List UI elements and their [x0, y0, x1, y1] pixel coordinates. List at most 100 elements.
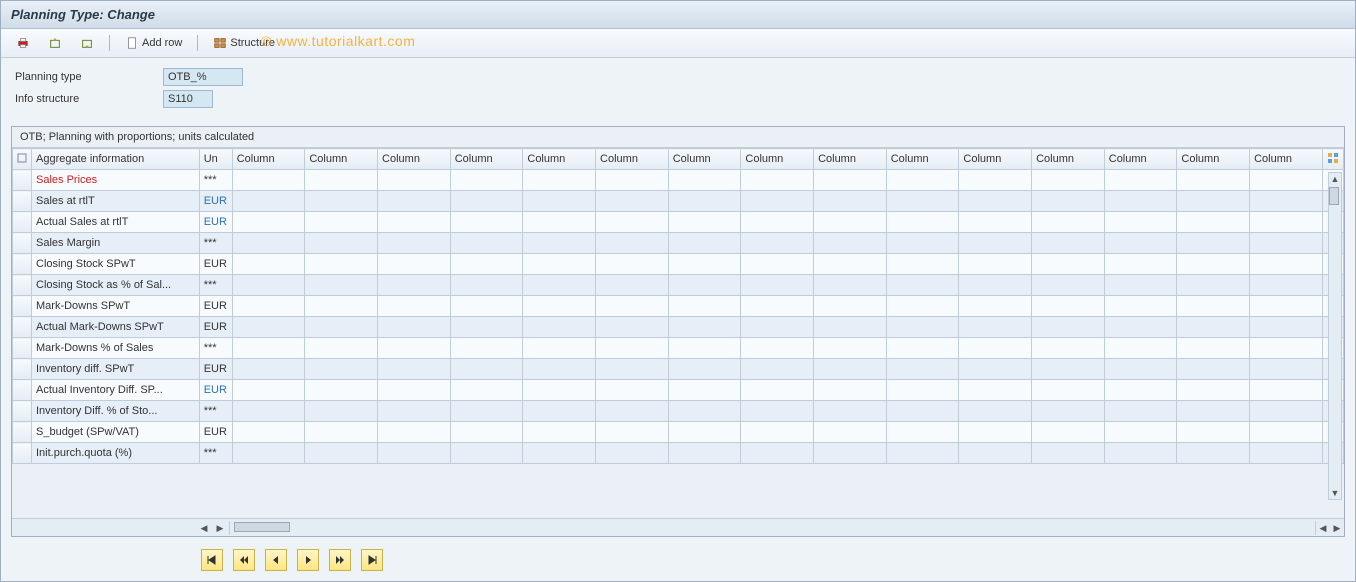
data-cell[interactable] [1104, 275, 1177, 296]
data-cell[interactable] [741, 380, 814, 401]
row-selector[interactable] [13, 233, 32, 254]
data-cell[interactable] [596, 443, 669, 464]
data-cell[interactable] [668, 212, 741, 233]
aggregate-cell[interactable]: Inventory Diff. % of Sto... [32, 401, 200, 422]
data-cell[interactable] [450, 422, 523, 443]
info-structure-field[interactable]: S110 [163, 90, 213, 108]
data-cell[interactable] [1104, 338, 1177, 359]
data-cell[interactable] [232, 275, 305, 296]
data-cell[interactable] [1104, 359, 1177, 380]
data-cell[interactable] [886, 212, 959, 233]
data-cell[interactable] [523, 401, 596, 422]
data-cell[interactable] [886, 380, 959, 401]
data-cell[interactable] [232, 443, 305, 464]
data-cell[interactable] [1177, 401, 1250, 422]
data-cell[interactable] [814, 359, 887, 380]
data-cell[interactable] [1177, 254, 1250, 275]
data-cell[interactable] [1250, 254, 1323, 275]
row-selector[interactable] [13, 380, 32, 401]
data-cell[interactable] [886, 254, 959, 275]
data-cell[interactable] [596, 212, 669, 233]
data-cell[interactable] [1032, 296, 1105, 317]
data-cell[interactable] [668, 233, 741, 254]
nav-first-button[interactable] [201, 549, 223, 571]
data-cell[interactable] [814, 443, 887, 464]
unit-cell[interactable]: EUR [199, 380, 232, 401]
data-cell[interactable] [305, 338, 378, 359]
data-cell[interactable] [378, 338, 451, 359]
data-cell[interactable] [523, 338, 596, 359]
data-cell[interactable] [886, 401, 959, 422]
column-header[interactable]: Column [1250, 149, 1323, 170]
data-cell[interactable] [1250, 170, 1323, 191]
data-cell[interactable] [741, 191, 814, 212]
data-cell[interactable] [1177, 443, 1250, 464]
aggregate-cell[interactable]: Actual Mark-Downs SPwT [32, 317, 200, 338]
data-cell[interactable] [596, 191, 669, 212]
data-cell[interactable] [305, 359, 378, 380]
data-cell[interactable] [523, 443, 596, 464]
hscroll-right-arrow-icon[interactable]: ▶ [213, 521, 227, 535]
data-cell[interactable] [305, 401, 378, 422]
column-header[interactable]: Column [886, 149, 959, 170]
data-cell[interactable] [959, 380, 1032, 401]
data-cell[interactable] [1104, 254, 1177, 275]
data-cell[interactable] [1177, 275, 1250, 296]
data-cell[interactable] [378, 422, 451, 443]
data-cell[interactable] [1250, 233, 1323, 254]
data-cell[interactable] [1177, 359, 1250, 380]
data-cell[interactable] [1104, 422, 1177, 443]
data-cell[interactable] [596, 296, 669, 317]
data-cell[interactable] [523, 254, 596, 275]
data-cell[interactable] [959, 254, 1032, 275]
data-cell[interactable] [1177, 338, 1250, 359]
data-cell[interactable] [1177, 422, 1250, 443]
row-selector[interactable] [13, 170, 32, 191]
data-cell[interactable] [959, 233, 1032, 254]
data-cell[interactable] [450, 380, 523, 401]
data-cell[interactable] [959, 401, 1032, 422]
data-cell[interactable] [305, 296, 378, 317]
aggregate-cell[interactable]: Init.purch.quota (%) [32, 443, 200, 464]
row-selector[interactable] [13, 443, 32, 464]
data-cell[interactable] [1250, 422, 1323, 443]
scroll-down-arrow-icon[interactable]: ▼ [1329, 487, 1341, 499]
data-cell[interactable] [741, 338, 814, 359]
data-cell[interactable] [1177, 317, 1250, 338]
data-cell[interactable] [1104, 170, 1177, 191]
scroll-thumb[interactable] [1329, 187, 1339, 205]
data-cell[interactable] [1032, 275, 1105, 296]
data-cell[interactable] [741, 422, 814, 443]
column-header-unit[interactable]: Un [199, 149, 232, 170]
add-row-button[interactable]: Add row [118, 33, 189, 53]
data-cell[interactable] [668, 317, 741, 338]
export-button-1[interactable] [41, 33, 69, 53]
data-cell[interactable] [523, 359, 596, 380]
data-cell[interactable] [959, 338, 1032, 359]
data-cell[interactable] [378, 296, 451, 317]
data-cell[interactable] [668, 254, 741, 275]
column-header[interactable]: Column [1177, 149, 1250, 170]
data-cell[interactable] [959, 191, 1032, 212]
planning-type-field[interactable]: OTB_% [163, 68, 243, 86]
column-header[interactable]: Column [523, 149, 596, 170]
data-cell[interactable] [232, 317, 305, 338]
data-cell[interactable] [1032, 443, 1105, 464]
data-cell[interactable] [596, 401, 669, 422]
data-cell[interactable] [596, 275, 669, 296]
data-cell[interactable] [1032, 380, 1105, 401]
data-cell[interactable] [1250, 296, 1323, 317]
data-cell[interactable] [741, 233, 814, 254]
column-header[interactable]: Column [378, 149, 451, 170]
data-cell[interactable] [523, 380, 596, 401]
aggregate-cell[interactable]: Actual Inventory Diff. SP... [32, 380, 200, 401]
column-header[interactable]: Column [596, 149, 669, 170]
data-cell[interactable] [814, 275, 887, 296]
data-cell[interactable] [232, 422, 305, 443]
row-selector[interactable] [13, 275, 32, 296]
data-cell[interactable] [305, 170, 378, 191]
column-header[interactable]: Column [814, 149, 887, 170]
data-cell[interactable] [959, 317, 1032, 338]
data-cell[interactable] [1032, 422, 1105, 443]
data-cell[interactable] [886, 359, 959, 380]
